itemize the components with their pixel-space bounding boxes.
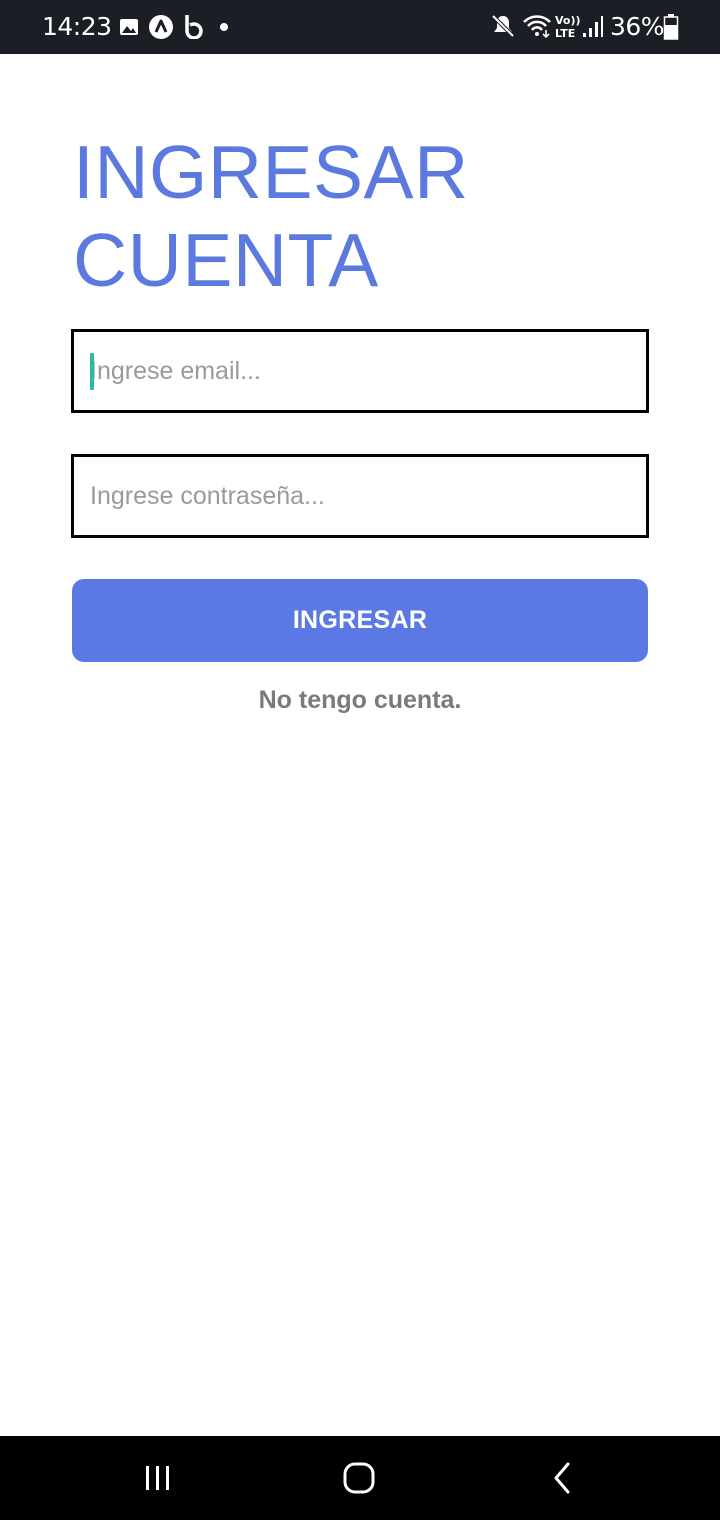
email-field[interactable] — [71, 329, 649, 413]
battery-percent: 36% — [610, 12, 665, 41]
register-link[interactable]: No tengo cuenta. — [0, 684, 720, 716]
battery-icon — [663, 14, 679, 40]
svg-text:Vo)): Vo)) — [555, 14, 580, 27]
recents-icon — [146, 1466, 169, 1490]
page-title: INGRESAR CUENTA — [73, 128, 633, 304]
status-time: 14:23 — [42, 12, 112, 41]
recents-button[interactable] — [98, 1436, 218, 1520]
page-title-line2: CUENTA — [73, 218, 379, 302]
svg-text:LTE: LTE — [555, 27, 575, 40]
back-button[interactable] — [502, 1436, 622, 1520]
b-logo-icon — [185, 15, 203, 39]
mute-icon — [491, 14, 515, 38]
back-icon — [554, 1462, 570, 1494]
wifi-icon — [523, 15, 551, 39]
password-input[interactable] — [74, 457, 646, 535]
page-title-line1: INGRESAR — [73, 130, 469, 214]
dot-icon — [220, 23, 228, 31]
gallery-icon — [120, 19, 138, 35]
a-logo-icon — [149, 15, 173, 39]
status-bar: 14:23 Vo)) LTE 36% — [0, 0, 720, 54]
home-button[interactable] — [299, 1436, 419, 1520]
login-button[interactable]: INGRESAR — [72, 579, 648, 662]
text-cursor — [90, 353, 94, 390]
password-field[interactable] — [71, 454, 649, 538]
signal-icon — [583, 16, 603, 37]
nav-bar — [0, 1436, 720, 1520]
home-icon — [343, 1462, 375, 1494]
email-input[interactable] — [74, 332, 646, 410]
volte-icon: Vo)) LTE — [555, 14, 580, 40]
